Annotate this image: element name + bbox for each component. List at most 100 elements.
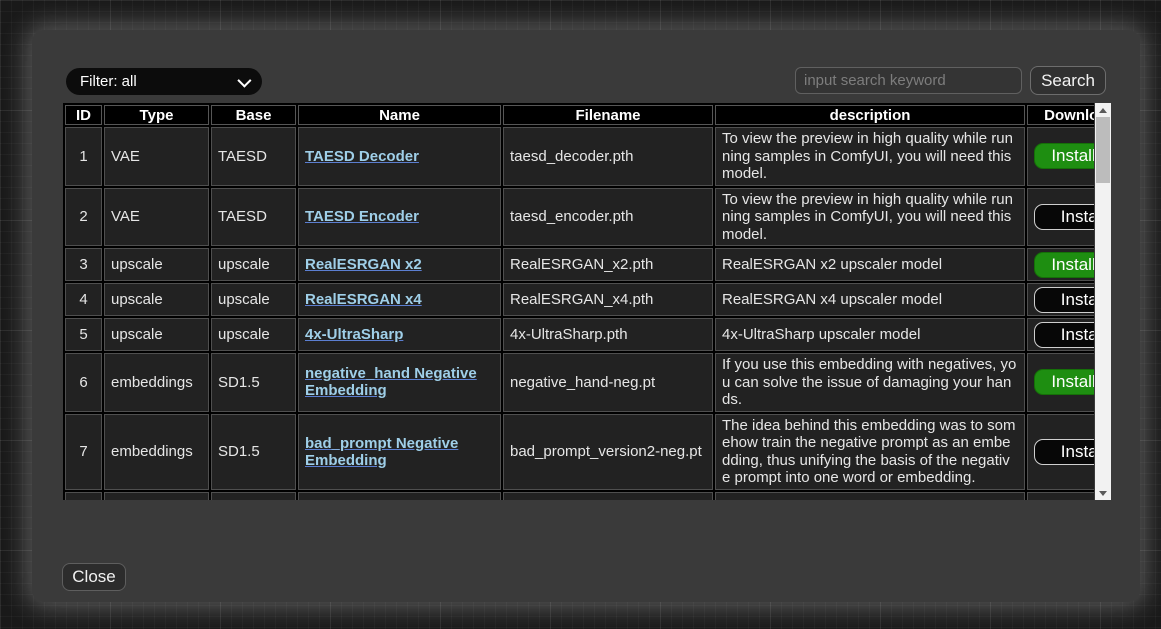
filter-select[interactable]: Filter: all [66,68,262,95]
cell-id: 2 [65,188,102,247]
model-name-link[interactable]: TAESD Encoder [305,208,419,225]
cell-type: upscale [104,283,209,316]
scrollbar-thumb[interactable] [1096,117,1110,183]
table-row: 4 upscale upscale RealESRGAN x4 RealESRG… [65,283,1094,316]
search-button[interactable]: Search [1030,66,1106,95]
cell-description: If you use this embedding with negatives… [715,353,1025,412]
cell-download: Installed [1027,127,1094,186]
close-button[interactable]: Close [62,563,126,591]
cell-filename: taesd_encoder.pth [503,188,713,247]
table-scrollbar[interactable] [1095,103,1111,500]
cell-filename: RealESRGAN_x2.pth [503,248,713,281]
model-name-link[interactable]: 4x-UltraSharp [305,326,403,343]
cell-name: RealESRGAN x4 [298,283,501,316]
installed-button[interactable]: Installed [1034,143,1094,169]
install-button[interactable]: Install [1034,204,1094,230]
cell-base: SD1.5 [211,353,296,412]
cell-id: 5 [65,318,102,351]
cell-download: Install [1027,414,1094,490]
cell-name: TAESD Decoder [298,127,501,186]
cell-id [65,492,102,501]
table-row: 1 VAE TAESD TAESD Decoder taesd_decoder.… [65,127,1094,186]
cell-name: TAESD Encoder [298,188,501,247]
cell-description: The idea behind this embedding was to so… [715,414,1025,490]
column-header-filename: Filename [503,105,713,125]
cell-type: VAE [104,127,209,186]
cell-type [104,492,209,501]
cell-base: SD1.5 [211,414,296,490]
cell-id: 3 [65,248,102,281]
installed-button[interactable]: Installed [1034,252,1094,278]
table-row: These embedding learn what disgusting co… [65,492,1094,501]
model-table-viewport: IDTypeBaseNameFilenamedescriptionDownloa… [63,103,1094,500]
cell-base: upscale [211,248,296,281]
cell-description: To view the preview in high quality whil… [715,188,1025,247]
cell-type: upscale [104,318,209,351]
cell-base [211,492,296,501]
table-row: 3 upscale upscale RealESRGAN x2 RealESRG… [65,248,1094,281]
cell-filename: taesd_decoder.pth [503,127,713,186]
model-name-link[interactable]: RealESRGAN x4 [305,291,422,308]
scrollbar-down-arrow-icon[interactable] [1095,486,1111,500]
installed-button[interactable]: Installed [1034,369,1094,395]
model-table-head: IDTypeBaseNameFilenamedescriptionDownloa… [65,105,1094,125]
install-button[interactable]: Install [1034,322,1094,348]
install-button[interactable]: Install [1034,287,1094,313]
cell-id: 1 [65,127,102,186]
cell-type: upscale [104,248,209,281]
table-row: 2 VAE TAESD TAESD Encoder taesd_encoder.… [65,188,1094,247]
cell-name [298,492,501,501]
cell-type: embeddings [104,353,209,412]
cell-description: RealESRGAN x2 upscaler model [715,248,1025,281]
cell-download: Install [1027,318,1094,351]
cell-filename: bad_prompt_version2-neg.pt [503,414,713,490]
cell-name: RealESRGAN x2 [298,248,501,281]
cell-base: upscale [211,318,296,351]
cell-name: bad_prompt Negative Embedding [298,414,501,490]
cell-base: upscale [211,283,296,316]
cell-description: 4x-UltraSharp upscaler model [715,318,1025,351]
cell-filename: RealESRGAN_x4.pth [503,283,713,316]
chevron-down-icon [237,73,251,87]
cell-name: 4x-UltraSharp [298,318,501,351]
cell-name: negative_hand Negative Embedding [298,353,501,412]
column-header-base: Base [211,105,296,125]
column-header-type: Type [104,105,209,125]
cell-filename: 4x-UltraSharp.pth [503,318,713,351]
cell-description: To view the preview in high quality whil… [715,127,1025,186]
filter-select-value: Filter: all [80,73,137,90]
table-row: 5 upscale upscale 4x-UltraSharp 4x-Ultra… [65,318,1094,351]
model-name-link[interactable]: bad_prompt Negative Embedding [305,435,458,469]
model-name-link[interactable]: TAESD Decoder [305,148,419,165]
cell-filename: negative_hand-neg.pt [503,353,713,412]
search-input[interactable] [795,67,1022,94]
model-name-link[interactable]: negative_hand Negative Embedding [305,365,477,399]
cell-type: VAE [104,188,209,247]
column-header-download: Download [1027,105,1094,125]
model-table: IDTypeBaseNameFilenamedescriptionDownloa… [63,103,1094,500]
cell-id: 6 [65,353,102,412]
model-name-link[interactable]: RealESRGAN x2 [305,256,422,273]
column-header-description: description [715,105,1025,125]
scrollbar-up-arrow-icon[interactable] [1095,103,1111,117]
cell-base: TAESD [211,188,296,247]
cell-description: RealESRGAN x4 upscaler model [715,283,1025,316]
model-table-body: 1 VAE TAESD TAESD Decoder taesd_decoder.… [65,127,1094,500]
header-row: IDTypeBaseNameFilenamedescriptionDownloa… [65,105,1094,125]
table-row: 6 embeddings SD1.5 negative_hand Negativ… [65,353,1094,412]
cell-download: Install [1027,188,1094,247]
cell-download: Installed [1027,353,1094,412]
cell-base: TAESD [211,127,296,186]
column-header-name: Name [298,105,501,125]
table-row: 7 embeddings SD1.5 bad_prompt Negative E… [65,414,1094,490]
cell-id: 4 [65,283,102,316]
cell-id: 7 [65,414,102,490]
cell-download: Install [1027,283,1094,316]
install-button[interactable]: Install [1034,439,1094,465]
model-manager-dialog: Filter: all Search IDTypeBaseNameFilenam… [32,30,1140,602]
cell-description: These embedding learn what disgusting co… [715,492,1025,501]
cell-download: Installed [1027,248,1094,281]
cell-type: embeddings [104,414,209,490]
column-header-id: ID [65,105,102,125]
cell-download [1027,492,1094,501]
